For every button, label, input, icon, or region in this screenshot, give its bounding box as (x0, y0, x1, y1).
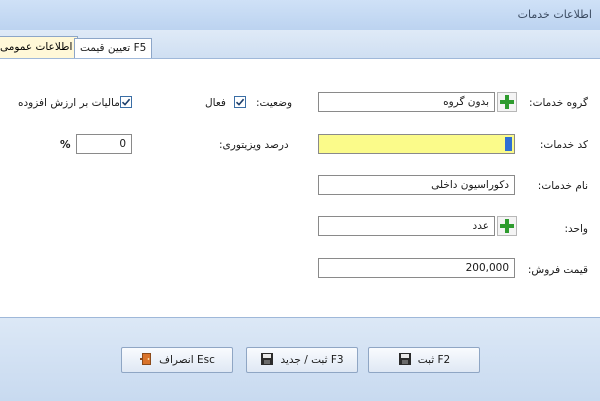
save-button-label: ثبت F2 (417, 354, 451, 366)
status-label: وضعیت: (256, 97, 293, 109)
save-button[interactable]: ثبت F2 (368, 347, 480, 373)
service-code-field[interactable] (318, 134, 515, 154)
checkmark-icon (121, 97, 131, 107)
add-group-button[interactable] (497, 92, 517, 112)
form-panel: گروه خدمات: بدون گروه وضعیت: فعال مالیات… (0, 59, 600, 317)
service-code-label: کد خدمات: (539, 139, 588, 151)
service-name-label: نام خدمات: (537, 180, 588, 192)
text-cursor (505, 137, 512, 151)
percent-sign: % (60, 139, 71, 151)
sale-price-label: قیمت فروش: (527, 264, 588, 276)
checkmark-icon (235, 97, 245, 107)
save-new-button[interactable]: ثبت / جدید F3 (246, 347, 358, 373)
unit-label: واحد: (564, 223, 588, 235)
plus-icon (498, 217, 516, 235)
floppy-disk-icon (398, 352, 412, 369)
vat-checkbox[interactable] (120, 96, 132, 108)
cancel-button-label: انصراف Esc (159, 354, 215, 366)
floppy-disk-icon (260, 352, 274, 369)
cancel-button[interactable]: انصراف Esc (121, 347, 233, 373)
save-new-button-label: ثبت / جدید F3 (280, 354, 344, 366)
door-exit-icon (139, 352, 153, 369)
plus-icon (498, 93, 516, 111)
vat-label: مالیات بر ارزش افزوده (18, 97, 120, 109)
title-bar: اطلاعات خدمات (0, 0, 600, 31)
tab-strip: اطلاعات عمومی تعیین قیمت F5 (0, 30, 600, 59)
status-active-label: فعال (205, 97, 226, 109)
service-name-field[interactable]: دکوراسیون داخلی (318, 175, 515, 195)
add-unit-button[interactable] (497, 216, 517, 236)
service-group-label: گروه خدمات: (529, 97, 588, 109)
sale-price-field[interactable]: 200,000 (318, 258, 515, 278)
window-title: اطلاعات خدمات (517, 8, 592, 21)
tab-pricing[interactable]: تعیین قیمت F5 (74, 38, 153, 58)
unit-field[interactable]: عدد (318, 216, 495, 236)
visitor-percent-label: درصد ویزیتوری: (219, 139, 289, 151)
visitor-percent-field[interactable]: 0 (76, 134, 132, 154)
tab-general-info[interactable]: اطلاعات عمومی (0, 36, 79, 58)
service-group-field[interactable]: بدون گروه (318, 92, 495, 112)
status-active-checkbox[interactable] (234, 96, 246, 108)
